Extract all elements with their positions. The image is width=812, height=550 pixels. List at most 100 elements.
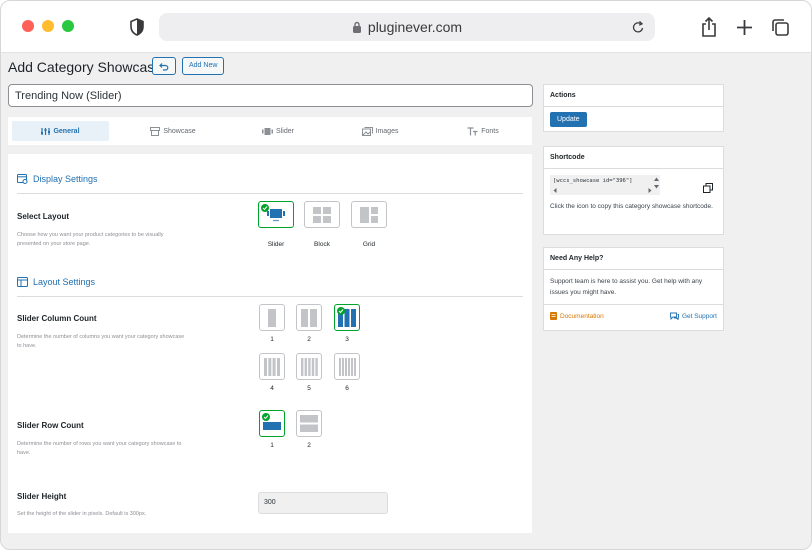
column-count-description: Determine the number of columns you want… — [17, 334, 185, 349]
four-columns-icon — [264, 357, 280, 376]
add-new-button[interactable]: Add New — [182, 57, 225, 75]
minimize-window-button[interactable] — [42, 20, 54, 32]
column-option-3[interactable] — [334, 304, 360, 331]
selected-check-icon — [337, 307, 345, 315]
admin-content: Add Category Showcase Add New Trending N… — [1, 53, 811, 549]
slider-icon — [262, 127, 274, 135]
selected-check-icon — [262, 413, 270, 421]
block-layout-icon — [313, 206, 331, 223]
lock-icon — [352, 21, 361, 33]
layout-option-grid[interactable] — [351, 201, 387, 228]
privacy-shield-icon[interactable] — [129, 18, 145, 36]
layout-settings-label: Layout Settings — [33, 277, 96, 287]
scroll-right-icon[interactable] — [648, 188, 652, 193]
layout-option-slider[interactable] — [258, 201, 294, 228]
layout-settings-icon — [17, 277, 28, 287]
tab-fonts-label: Fonts — [481, 127, 499, 135]
browser-window: pluginever.com Add Category Showcase Add… — [0, 0, 812, 550]
column-option-1[interactable] — [259, 304, 285, 331]
row-option-1-label: 1 — [270, 442, 274, 449]
row-option-1[interactable] — [259, 410, 285, 437]
tab-images[interactable]: Images — [335, 121, 425, 141]
scroll-up-down-icon[interactable] — [654, 177, 659, 189]
select-layout-label: Select Layout — [17, 212, 70, 221]
store-icon — [150, 126, 161, 136]
tabs-overview-icon[interactable] — [771, 18, 790, 37]
tab-images-label: Images — [375, 127, 399, 135]
row-option-2-label: 2 — [307, 442, 311, 449]
column-count-label: Slider Column Count — [17, 314, 97, 323]
column-option-4[interactable] — [259, 353, 285, 380]
page-title: Add Category Showcase — [8, 59, 163, 75]
slider-height-label: Slider Height — [17, 492, 67, 501]
shortcode-title: Shortcode — [544, 147, 723, 169]
section-divider — [17, 296, 523, 297]
column-option-4-label: 4 — [270, 385, 274, 392]
slider-height-description: Set the height of the slider in pixels. … — [17, 511, 147, 517]
column-option-6[interactable] — [334, 353, 360, 380]
share-icon[interactable] — [700, 16, 718, 38]
browser-toolbar: pluginever.com — [1, 1, 811, 53]
slider-height-input[interactable]: 300 — [258, 492, 388, 514]
documentation-link[interactable]: Documentation — [550, 312, 604, 320]
tab-slider-label: Slider — [276, 127, 294, 135]
maximize-window-button[interactable] — [62, 20, 74, 32]
column-option-2-label: 2 — [307, 336, 311, 343]
one-column-icon — [268, 308, 276, 327]
column-option-6-label: 6 — [345, 385, 349, 392]
new-tab-plus-icon[interactable] — [736, 19, 753, 36]
shortcode-help-text: Click the icon to copy this category sho… — [550, 203, 713, 210]
layout-option-block[interactable] — [304, 201, 340, 228]
tab-fonts[interactable]: Fonts — [438, 121, 528, 141]
six-columns-icon — [338, 357, 356, 376]
select-layout-description: Choose how you want your product categor… — [17, 232, 164, 247]
get-support-link[interactable]: Get Support — [669, 312, 717, 320]
layout-option-block-label: Block — [314, 241, 330, 248]
tab-general-label: General — [53, 127, 80, 135]
copy-icon[interactable] — [703, 183, 713, 193]
url-text: pluginever.com — [367, 19, 463, 35]
tab-general[interactable]: General — [12, 121, 109, 141]
close-window-button[interactable] — [22, 20, 34, 32]
layout-option-slider-label: Slider — [267, 241, 285, 248]
selected-check-icon — [261, 204, 269, 212]
help-title: Need Any Help? — [544, 248, 723, 270]
column-option-3-label: 3 — [345, 336, 349, 343]
scroll-left-icon[interactable] — [553, 188, 557, 193]
font-icon — [467, 126, 478, 135]
update-button[interactable]: Update — [550, 112, 587, 127]
layout-settings-heading: Layout Settings — [17, 277, 95, 287]
column-option-2[interactable] — [296, 304, 322, 331]
slider-layout-icon — [267, 209, 285, 222]
settings-tabs: General Showcase Slider Images Fonts — [8, 117, 532, 145]
sliders-icon — [41, 127, 51, 135]
help-box: Need Any Help? Support team is here to a… — [543, 247, 724, 331]
reload-icon[interactable] — [632, 20, 645, 34]
help-links: Documentation Get Support — [544, 304, 723, 326]
showcase-title-input[interactable]: Trending Now (Slider) — [8, 84, 533, 107]
tab-showcase-label: Showcase — [163, 127, 196, 135]
layout-option-grid-label: Grid — [362, 241, 376, 248]
two-rows-icon — [300, 415, 318, 432]
row-option-2[interactable] — [296, 410, 322, 437]
display-settings-heading: Display Settings — [17, 174, 98, 184]
back-button[interactable] — [152, 57, 176, 75]
row-count-description: Determine the number of rows you want yo… — [17, 441, 182, 456]
undo-icon — [159, 62, 169, 71]
section-divider — [17, 193, 523, 194]
one-row-icon — [263, 421, 281, 430]
two-columns-icon — [301, 308, 317, 327]
row-count-label: Slider Row Count — [17, 421, 84, 430]
tab-slider[interactable]: Slider — [233, 121, 323, 141]
address-bar[interactable]: pluginever.com — [159, 13, 655, 41]
shortcode-field[interactable]: [wccs_showcase id="396"] — [550, 175, 660, 195]
document-icon — [550, 312, 557, 320]
actions-box: Actions Update — [543, 84, 724, 132]
settings-panel: Display Settings Select Layout Choose ho… — [8, 154, 532, 533]
column-option-5[interactable] — [296, 353, 322, 380]
shortcode-box: Shortcode [wccs_showcase id="396"] Click… — [543, 146, 724, 235]
actions-title: Actions — [544, 85, 723, 107]
display-settings-label: Display Settings — [33, 174, 98, 184]
get-support-label: Get Support — [681, 312, 717, 320]
tab-showcase[interactable]: Showcase — [128, 121, 218, 141]
